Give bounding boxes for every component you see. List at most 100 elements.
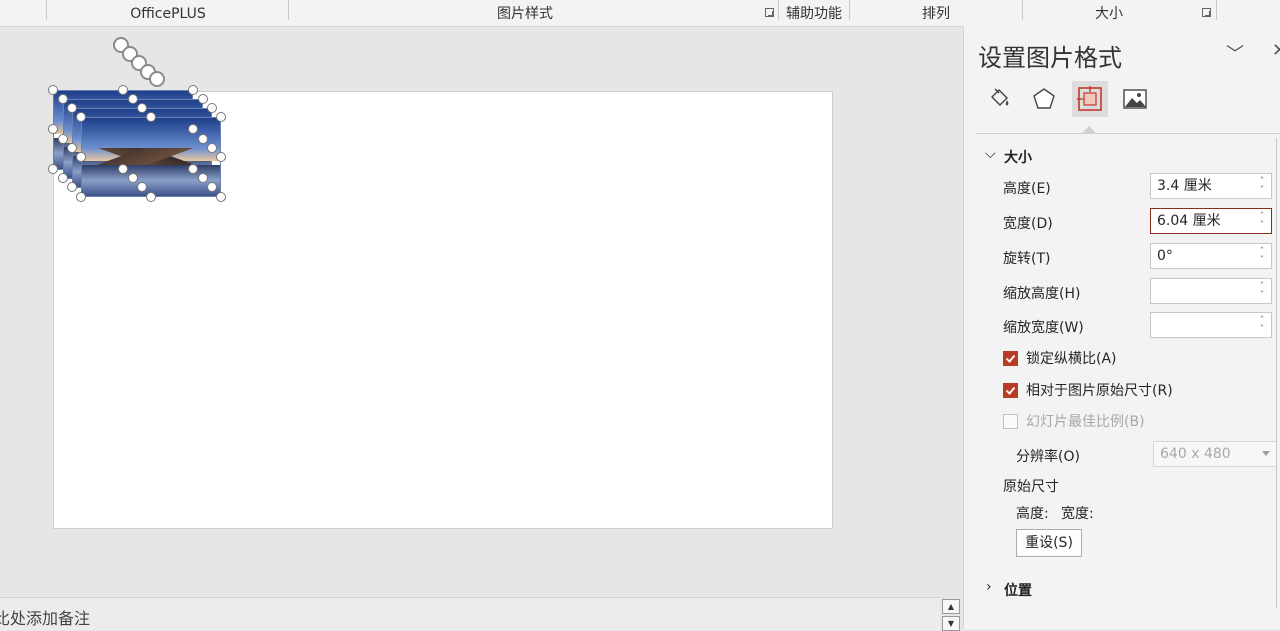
rotation-field[interactable]: 0° ˄ ˅ [1150, 243, 1272, 269]
size-properties-icon [1077, 86, 1102, 111]
width-field[interactable]: 6.04 厘米 ˄ ˅ [1150, 208, 1272, 234]
best-scale-label: 幻灯片最佳比例(B) [1026, 414, 1145, 430]
tab-divider [976, 133, 1280, 134]
ribbon-group-size: 大小 [1095, 6, 1123, 22]
resize-handle[interactable] [146, 192, 156, 202]
resolution-value: 640 x 480 [1160, 446, 1231, 462]
best-scale-checkbox: 幻灯片最佳比例(B) [1003, 411, 1145, 431]
ribbon-group-arrange: 排列 [922, 6, 950, 22]
pane-options-chevron-icon[interactable]: ﹀ [1226, 40, 1244, 66]
ribbon-group-officeplus: OfficePLUS [130, 6, 206, 22]
resize-handle[interactable] [118, 164, 128, 174]
resolution-label: 分辨率(O) [1016, 449, 1080, 465]
resize-handle[interactable] [188, 164, 198, 174]
checkbox-unchecked-icon [1003, 413, 1018, 429]
height-field[interactable]: 3.4 厘米 ˄ ˅ [1150, 173, 1272, 199]
ribbon-separator [1022, 0, 1023, 20]
resize-handle[interactable] [188, 124, 198, 134]
lock-aspect-checkbox[interactable]: 锁定纵横比(A) [1003, 348, 1117, 368]
pane-close-icon[interactable]: ✕ [1272, 40, 1280, 61]
reset-button[interactable]: 重设(S) [1016, 529, 1082, 557]
rotate-handle-icon[interactable] [149, 71, 165, 87]
resize-handle[interactable] [48, 85, 58, 95]
resize-handle[interactable] [198, 94, 208, 104]
original-size-label: 原始尺寸 [1003, 479, 1059, 495]
ribbon-separator [778, 0, 779, 20]
resize-handle[interactable] [76, 192, 86, 202]
resolution-dropdown: 640 x 480 [1153, 441, 1277, 467]
height-value: 3.4 厘米 [1157, 178, 1212, 194]
format-picture-pane: 设置图片格式 ﹀ ✕ ⌵ 大小 高度(E) 3.4 厘米 ˄ ˅ 宽度(D) 6… [963, 26, 1280, 629]
landscape-picture[interactable] [81, 117, 221, 197]
ribbon-separator [46, 0, 47, 20]
resize-handle[interactable] [67, 103, 77, 113]
width-label: 宽度(D) [1003, 216, 1053, 232]
spinner-arrows-icon[interactable]: ˄ ˅ [1257, 246, 1267, 264]
picture-styles-launcher-icon[interactable] [765, 8, 774, 17]
dropdown-arrow-icon [1262, 451, 1270, 456]
resize-handle[interactable] [137, 182, 147, 192]
resize-handle[interactable] [48, 124, 58, 134]
resize-handle[interactable] [198, 134, 208, 144]
notes-pane[interactable]: 比处添加备注 [0, 597, 940, 630]
original-width-label: 宽度: [1061, 506, 1094, 522]
pentagon-effects-icon [1033, 88, 1055, 109]
resize-handle[interactable] [216, 112, 226, 122]
picture-icon [1123, 89, 1147, 109]
rotation-value: 0° [1157, 248, 1173, 264]
relative-original-label: 相对于图片原始尺寸(R) [1026, 383, 1173, 399]
resize-handle[interactable] [146, 112, 156, 122]
tab-size-properties[interactable] [1072, 81, 1108, 117]
ribbon-group-picture-styles: 图片样式 [497, 6, 553, 22]
spinner-arrows-icon[interactable]: ˄ ˅ [1257, 281, 1267, 299]
pane-scrollbar[interactable] [1276, 138, 1280, 608]
resize-handle[interactable] [128, 173, 138, 183]
chevron-down-icon: ⌵ [985, 146, 996, 162]
resize-handle[interactable] [198, 173, 208, 183]
pane-title: 设置图片格式 [978, 44, 1122, 72]
resize-handle[interactable] [137, 103, 147, 113]
resize-handle[interactable] [76, 152, 86, 162]
resize-handle[interactable] [58, 173, 68, 183]
resize-handle[interactable] [48, 164, 58, 174]
resize-handle[interactable] [128, 94, 138, 104]
size-launcher-icon[interactable] [1202, 8, 1211, 17]
spinner-arrows-icon[interactable]: ˄ ˅ [1257, 211, 1267, 229]
relative-original-checkbox[interactable]: 相对于图片原始尺寸(R) [1003, 380, 1173, 400]
resize-handle[interactable] [67, 182, 77, 192]
scale-width-label: 缩放宽度(W) [1003, 320, 1084, 336]
notes-scrollbar[interactable]: ▲ ▼ [942, 599, 960, 631]
checkbox-checked-icon[interactable] [1003, 350, 1018, 366]
tab-effects[interactable] [1026, 81, 1062, 117]
scroll-up-icon[interactable]: ▲ [942, 599, 960, 614]
resize-handle[interactable] [58, 134, 68, 144]
chevron-right-icon: › [986, 579, 992, 595]
notes-placeholder: 比处添加备注 [0, 609, 91, 628]
scale-width-field[interactable]: ˄ ˅ [1150, 312, 1272, 338]
resize-handle[interactable] [58, 94, 68, 104]
ribbon-separator [288, 0, 289, 20]
spinner-arrows-icon[interactable]: ˄ ˅ [1257, 315, 1267, 333]
checkbox-checked-icon[interactable] [1003, 382, 1018, 398]
resize-handle[interactable] [207, 182, 217, 192]
resize-handle[interactable] [76, 112, 86, 122]
resize-handle[interactable] [216, 152, 226, 162]
width-value: 6.04 厘米 [1157, 213, 1221, 229]
height-label: 高度(E) [1003, 181, 1051, 197]
resize-handle[interactable] [67, 143, 77, 153]
resize-handle[interactable] [207, 143, 217, 153]
resize-handle[interactable] [216, 192, 226, 202]
tab-picture[interactable] [1117, 81, 1153, 117]
tab-fill-line[interactable] [981, 81, 1017, 117]
rotation-label: 旋转(T) [1003, 251, 1051, 267]
spinner-arrows-icon[interactable]: ˄ ˅ [1257, 176, 1267, 194]
resize-handle[interactable] [118, 85, 128, 95]
scale-height-label: 缩放高度(H) [1003, 286, 1081, 302]
ribbon-group-accessibility: 辅助功能 [786, 6, 842, 22]
original-height-label: 高度: [1016, 506, 1049, 522]
lock-aspect-label: 锁定纵横比(A) [1026, 351, 1117, 367]
scale-height-field[interactable]: ˄ ˅ [1150, 278, 1272, 304]
resize-handle[interactable] [188, 85, 198, 95]
resize-handle[interactable] [207, 103, 217, 113]
fill-bucket-icon [991, 88, 1009, 106]
